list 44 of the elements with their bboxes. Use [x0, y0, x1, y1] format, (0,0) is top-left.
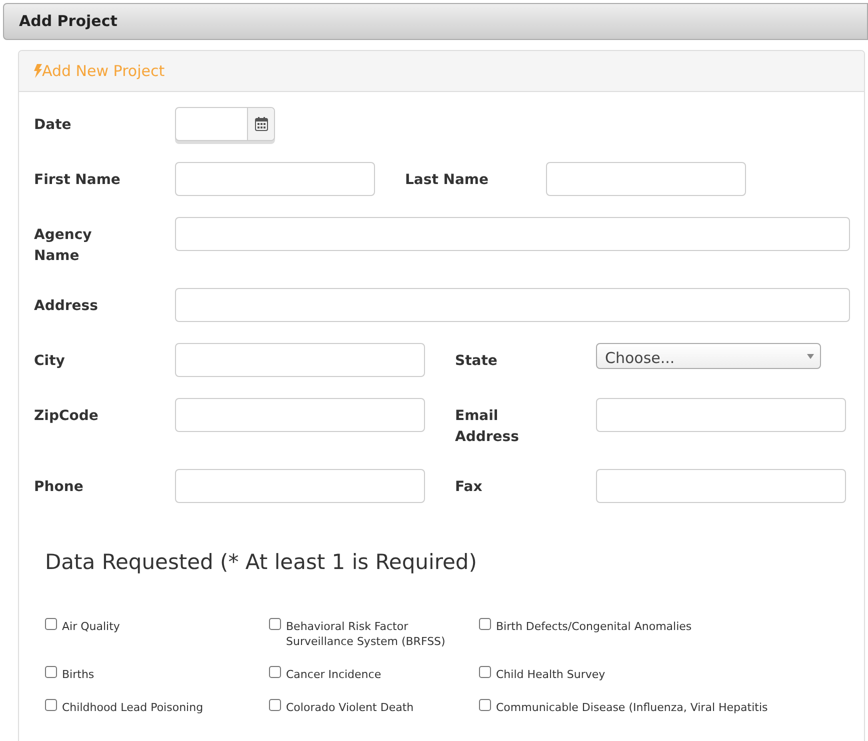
- page-title: Add Project: [19, 11, 118, 32]
- field-label: Date: [34, 116, 72, 135]
- text-input[interactable]: [175, 162, 375, 196]
- text-input[interactable]: [175, 217, 850, 251]
- checkbox-label: Birth Defects/Congenital Anomalies: [496, 618, 692, 634]
- checkbox[interactable]: [269, 618, 281, 630]
- field-label: ZipCode: [34, 407, 100, 426]
- panel-title: Add New Project: [42, 60, 165, 82]
- checkbox[interactable]: [269, 666, 281, 678]
- text-input[interactable]: [596, 469, 846, 503]
- text-input[interactable]: [546, 162, 746, 196]
- field-label: Fax: [455, 478, 484, 497]
- checkbox[interactable]: [479, 698, 491, 710]
- text-input[interactable]: [175, 343, 425, 377]
- checkbox-label: Childhood Lead Poisoning: [62, 700, 204, 714]
- checkbox-label: Air Quality: [62, 618, 120, 634]
- checkbox-label: Births: [62, 666, 94, 682]
- checkbox-label: Behavioral Risk Factor Surveillance System (BRFSS): [286, 618, 446, 648]
- checkbox[interactable]: [479, 666, 491, 678]
- field-label: First Name: [34, 171, 122, 190]
- lightning-icon: [34, 64, 42, 78]
- field-label: City: [34, 352, 66, 371]
- field-label: Last Name: [405, 171, 490, 190]
- checkbox-label: Communicable Disease (Influenza, Viral Hepatitis: [496, 700, 768, 714]
- checkbox[interactable]: [45, 698, 57, 710]
- field-label: Email Address: [455, 407, 520, 447]
- checkbox[interactable]: [45, 666, 57, 678]
- text-input[interactable]: [175, 288, 850, 322]
- checkbox[interactable]: [269, 698, 281, 710]
- text-input[interactable]: [175, 469, 425, 503]
- checkbox-label: Child Health Survey: [496, 666, 606, 682]
- field-label: Address: [34, 297, 99, 316]
- state-select[interactable]: Choose...: [596, 343, 821, 369]
- field-label: State: [455, 352, 498, 371]
- checkbox[interactable]: [45, 618, 57, 630]
- field-label: Phone: [34, 478, 84, 497]
- checkbox-label: Cancer Incidence: [286, 666, 382, 682]
- section-heading: Data Requested (* At least 1 is Required): [45, 549, 478, 576]
- text-input[interactable]: [175, 398, 425, 432]
- text-input[interactable]: [596, 398, 846, 432]
- field-label: Agency Name: [34, 226, 93, 266]
- dropdown-arrow-icon: [807, 354, 814, 359]
- checkbox-label: Colorado Violent Death: [286, 700, 414, 714]
- checkbox[interactable]: [479, 618, 491, 630]
